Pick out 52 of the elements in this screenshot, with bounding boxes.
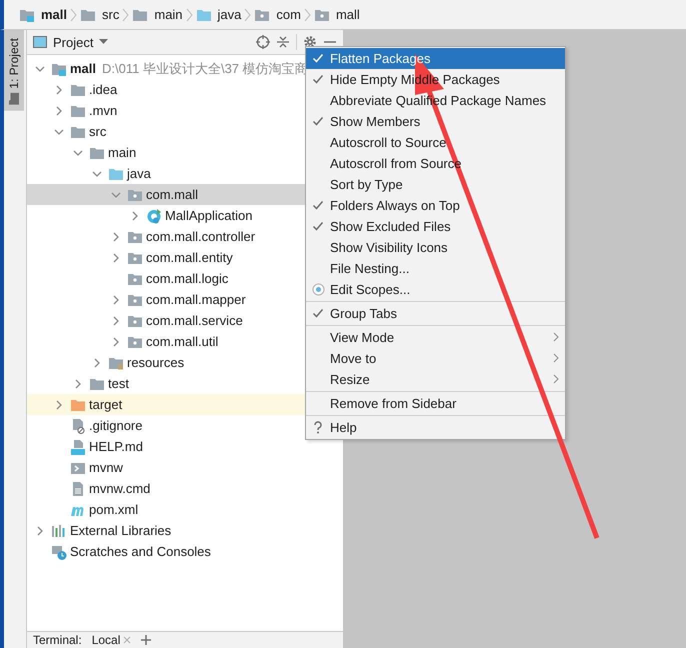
tree-item[interactable]: pom.xml	[27, 499, 343, 520]
tree-item[interactable]: HELP.md	[27, 436, 343, 457]
text-file-icon	[70, 480, 86, 496]
menu-item[interactable]: View Mode	[306, 327, 565, 348]
tree-item[interactable]: mvnw	[27, 457, 343, 478]
menu-item[interactable]: Autoscroll to Source	[306, 132, 565, 153]
chevron-right-icon	[244, 6, 252, 22]
breadcrumb-item[interactable]: mall	[310, 6, 363, 22]
tree-item[interactable]: mvnw.cmd	[27, 478, 343, 499]
chevron-right-icon	[186, 6, 193, 22]
breadcrumb-item[interactable]: mall	[16, 6, 70, 22]
tree-item[interactable]: Scratches and Consoles	[27, 541, 343, 562]
settings-icon[interactable]	[303, 35, 317, 49]
scratches-icon	[51, 544, 67, 560]
add-icon[interactable]	[141, 635, 152, 645]
terminal-label: Terminal:	[33, 633, 82, 647]
breadcrumb-item[interactable]: main	[129, 6, 186, 22]
file-icon	[70, 418, 86, 434]
menu-item[interactable]: Show Excluded Files	[306, 216, 565, 237]
menu-item[interactable]: Show Members	[306, 111, 565, 132]
window-icon	[33, 36, 47, 48]
terminal-tab[interactable]: Local	[92, 633, 132, 647]
caret-icon	[99, 39, 108, 45]
menu-item[interactable]: Show Visibility Icons	[306, 237, 565, 258]
radio-icon	[312, 283, 325, 296]
class-icon	[146, 208, 162, 224]
breadcrumb-item[interactable]: java	[192, 6, 244, 22]
breadcrumb-item[interactable]: com	[251, 6, 304, 22]
chevron-right-icon	[304, 6, 311, 22]
project-view-dropdown[interactable]: Project	[33, 34, 108, 50]
menu-item[interactable]: Edit Scopes...	[306, 279, 565, 300]
tool-window-tab[interactable]: 1: Project	[4, 30, 24, 111]
collapse-all-icon[interactable]	[276, 35, 290, 49]
chevron-right-icon	[553, 332, 559, 342]
menu-item[interactable]: Group Tabs	[306, 303, 565, 324]
libraries-icon	[51, 522, 67, 538]
markdown-file-icon	[70, 438, 86, 454]
menu-item[interactable]: Remove from Sidebar	[306, 393, 565, 414]
folder-icon	[8, 92, 20, 105]
help-icon	[312, 421, 324, 434]
breadcrumb-item[interactable]: src	[77, 6, 122, 22]
menu-item[interactable]: Resize	[306, 369, 565, 390]
chevron-right-icon	[122, 6, 130, 22]
chevron-right-icon	[553, 374, 559, 384]
menu-item[interactable]: Help	[306, 417, 565, 438]
menu-item[interactable]: Move to	[306, 348, 565, 369]
chevron-right-icon	[70, 6, 78, 22]
crosshair-icon[interactable]	[256, 35, 270, 49]
chevron-right-icon	[553, 353, 559, 363]
tree-item[interactable]: External Libraries	[27, 520, 343, 541]
menu-item[interactable]: File Nesting...	[306, 258, 565, 279]
close-icon[interactable]	[123, 636, 132, 644]
